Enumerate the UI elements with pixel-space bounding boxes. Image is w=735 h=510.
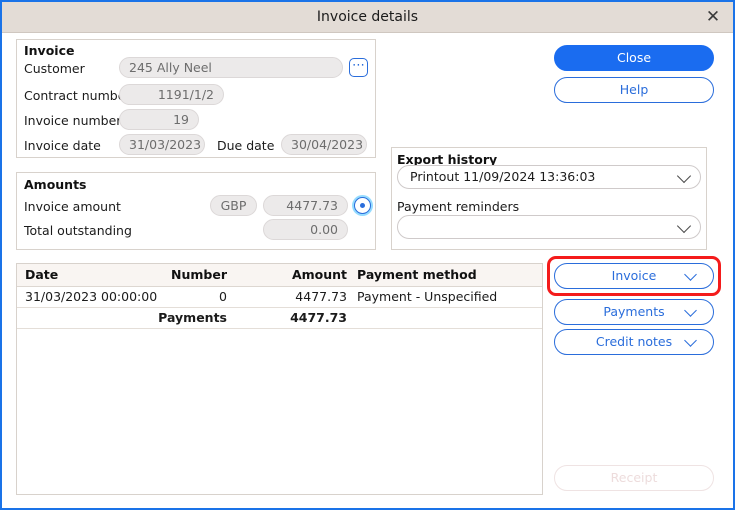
receipt-button: Receipt — [554, 465, 714, 491]
invoice-number-field[interactable]: 19 — [119, 109, 199, 130]
export-history-select[interactable]: Printout 11/09/2024 13:36:03 — [397, 165, 701, 189]
payment-reminders-select[interactable] — [397, 215, 701, 239]
due-date-field[interactable]: 30/04/2023 — [281, 134, 367, 155]
total-outstanding-label: Total outstanding — [24, 223, 132, 238]
invoice-date-field[interactable]: 31/03/2023 — [119, 134, 205, 155]
payments-button[interactable]: Payments — [554, 299, 714, 325]
ellipsis-glyph: ⋯ — [352, 58, 365, 73]
invoice-details-window: Invoice details ✕ Invoice Customer 245 A… — [0, 0, 735, 510]
invoice-number-label: Invoice number — [24, 113, 122, 128]
invoice-button[interactable]: Invoice — [554, 263, 714, 289]
chevron-down-icon — [684, 268, 697, 281]
due-date-label: Due date — [217, 138, 275, 153]
table-header-number: Number — [171, 267, 227, 282]
help-button[interactable]: Help — [554, 77, 714, 103]
total-outstanding-field[interactable]: 0.00 — [263, 219, 348, 240]
contract-number-label: Contract number — [24, 88, 131, 103]
credit-notes-button-label: Credit notes — [595, 334, 673, 349]
table-header-amount: Amount — [291, 267, 347, 282]
window-title: Invoice details — [316, 9, 419, 25]
close-button[interactable]: Close — [554, 45, 714, 71]
currency-circle-icon[interactable] — [354, 197, 371, 214]
invoice-group-title: Invoice — [24, 43, 75, 58]
currency-field[interactable]: GBP — [210, 195, 257, 216]
chevron-down-icon — [676, 168, 692, 184]
invoice-button-label: Invoice — [611, 268, 657, 283]
cell-total-amount: 4477.73 — [290, 310, 347, 325]
payments-button-label: Payments — [603, 304, 665, 319]
close-x-icon[interactable]: ✕ — [701, 6, 725, 28]
amounts-group-title: Amounts — [24, 177, 87, 192]
payment-reminders-label: Payment reminders — [397, 199, 520, 214]
export-history-value: Printout 11/09/2024 13:36:03 — [410, 169, 596, 184]
customer-field[interactable]: 245 Ally Neel — [119, 57, 343, 78]
title-bar: Invoice details ✕ — [2, 2, 733, 33]
chevron-down-icon — [676, 218, 692, 234]
cell-number: 0 — [219, 289, 227, 304]
table-header-row: Date Number Amount Payment method — [17, 264, 542, 287]
table-row[interactable]: 31/03/2023 00:00:00 0 4477.73 Payment - … — [17, 287, 542, 308]
cell-total-label: Payments — [158, 310, 227, 325]
cell-method: Payment - Unspecified — [357, 289, 498, 304]
payments-table: Date Number Amount Payment method 31/03/… — [16, 263, 543, 495]
table-header-date: Date — [25, 267, 59, 282]
invoice-amount-label: Invoice amount — [24, 199, 121, 214]
invoice-amount-field[interactable]: 4477.73 — [263, 195, 348, 216]
cell-amount: 4477.73 — [295, 289, 347, 304]
ellipsis-icon[interactable]: ⋯ — [349, 58, 368, 77]
customer-label: Customer — [24, 61, 85, 76]
table-header-method: Payment method — [357, 267, 477, 282]
contract-number-field[interactable]: 1191/1/2 — [119, 84, 224, 105]
chevron-down-icon — [684, 334, 697, 347]
table-total-row: Payments 4477.73 — [17, 308, 542, 329]
invoice-date-label: Invoice date — [24, 138, 101, 153]
credit-notes-button[interactable]: Credit notes — [554, 329, 714, 355]
chevron-down-icon — [684, 304, 697, 317]
